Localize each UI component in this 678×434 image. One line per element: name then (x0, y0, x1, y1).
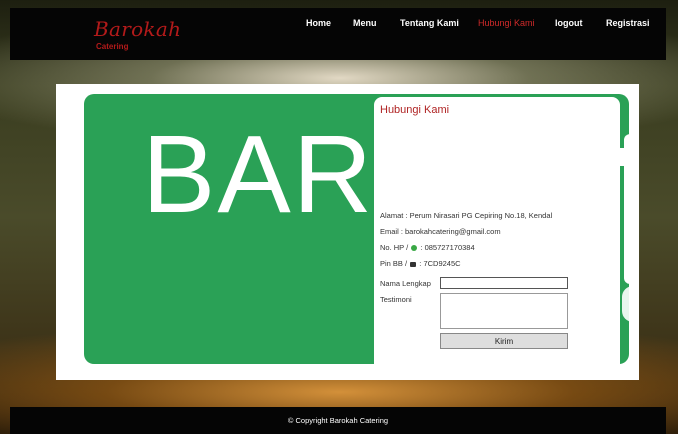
contact-card: Hubungi Kami Alamat : Perum Nirasari PG … (374, 97, 620, 367)
testimoni-label: Testimoni (380, 295, 412, 304)
footer: © Copyright Barokah Catering (10, 407, 666, 434)
kirim-button[interactable]: Kirim (440, 333, 568, 349)
contact-pin: Pin BB / : 7CD9245C (380, 259, 461, 268)
phone-label: No. HP / (380, 243, 409, 252)
card-edge (620, 148, 639, 166)
contact-title: Hubungi Kami (380, 104, 450, 116)
banner-text: BAR (142, 113, 375, 236)
nav-hubungi-kami[interactable]: Hubungi Kami (478, 18, 535, 28)
pin-value: : 7CD9245C (419, 259, 461, 268)
whatsapp-icon (411, 245, 418, 252)
contact-email: Email : barokahcatering@gmail.com (380, 227, 501, 236)
name-input[interactable] (440, 277, 568, 289)
phone-value: : 085727170384 (420, 243, 475, 252)
brand-tagline: Catering (96, 42, 129, 51)
name-label: Nama Lengkap (380, 279, 431, 288)
main-nav: Home Menu Tentang Kami Hubungi Kami logo… (10, 18, 666, 34)
nav-tentang-kami[interactable]: Tentang Kami (400, 18, 459, 28)
contact-phone: No. HP / : 085727170384 (380, 243, 475, 252)
nav-logout[interactable]: logout (555, 18, 583, 28)
nav-home[interactable]: Home (306, 18, 331, 28)
contact-address: Alamat : Perum Nirasari PG Cepiring No.1… (380, 211, 553, 220)
blackberry-icon (410, 261, 417, 267)
testimoni-textarea[interactable] (440, 293, 568, 329)
nav-menu[interactable]: Menu (353, 18, 377, 28)
pin-label: Pin BB / (380, 259, 408, 268)
footer-copyright: © Copyright Barokah Catering (287, 416, 389, 425)
nav-registrasi[interactable]: Registrasi (606, 18, 650, 28)
header: Barokah Catering Home Menu Tentang Kami … (10, 8, 666, 60)
banner-letter-fragment-lower (622, 286, 629, 322)
